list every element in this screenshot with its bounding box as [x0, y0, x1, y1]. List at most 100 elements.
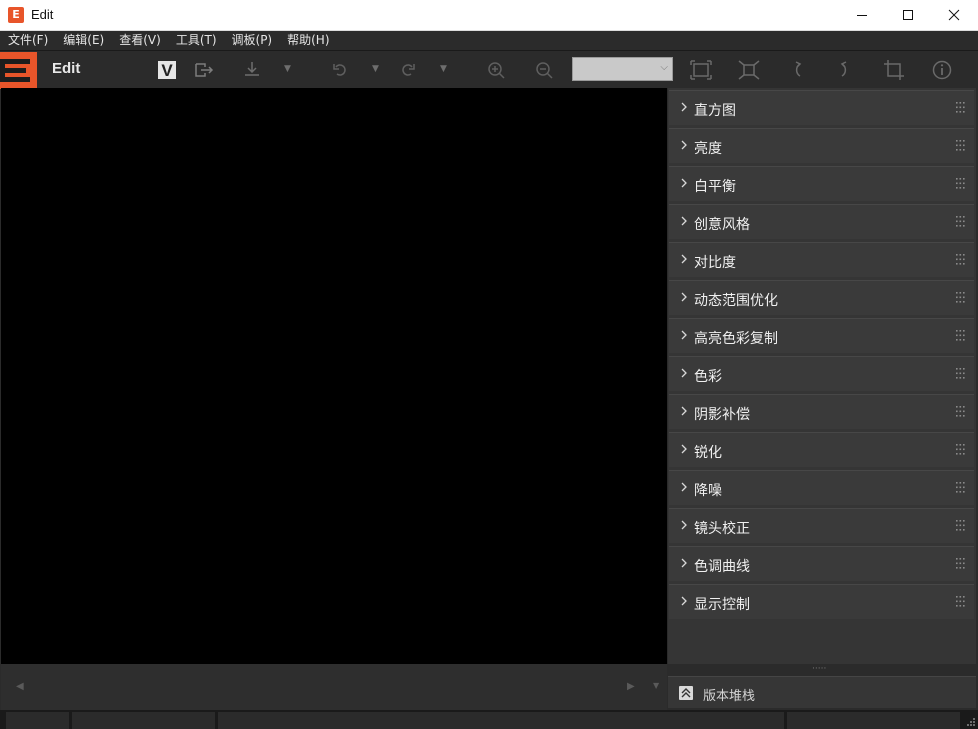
palette-item-label: 直方图: [694, 103, 736, 119]
drag-handle-icon[interactable]: [956, 520, 966, 532]
palette-item-label: 阴影补偿: [694, 407, 750, 423]
menu-view[interactable]: 查看(V): [111, 31, 168, 50]
resize-grip-icon[interactable]: [966, 717, 976, 727]
drag-handle-icon[interactable]: [956, 102, 966, 114]
close-button[interactable]: [931, 0, 977, 30]
zoom-select[interactable]: ⌵: [572, 57, 673, 81]
chevron-right-icon: [681, 558, 687, 568]
grip-dots-icon: ·····: [812, 664, 827, 674]
zoom-out-icon[interactable]: [533, 59, 555, 81]
palette-item-label: 色彩: [694, 369, 722, 385]
rotate-left-icon[interactable]: [786, 59, 808, 81]
palette-item-label: 对比度: [694, 255, 736, 271]
chevron-right-icon: [681, 482, 687, 492]
drag-handle-icon[interactable]: [956, 178, 966, 190]
zoom-in-icon[interactable]: [485, 59, 507, 81]
chevron-right-icon: [681, 140, 687, 150]
convert-output-icon[interactable]: [193, 59, 215, 81]
palette-item[interactable]: 锐化: [669, 432, 974, 467]
actual-size-icon[interactable]: [738, 59, 760, 81]
save-icon[interactable]: [241, 59, 263, 81]
status-cell: [218, 712, 784, 729]
menu-tools[interactable]: 工具(T): [168, 31, 224, 50]
palette-item[interactable]: 降噪: [669, 470, 974, 505]
chevron-right-icon: [681, 444, 687, 454]
palette-item-label: 白平衡: [694, 179, 736, 195]
palette-item-label: 色调曲线: [694, 559, 750, 575]
chevron-right-icon: [681, 254, 687, 264]
scroll-dropdown-icon[interactable]: ▼: [653, 681, 659, 690]
drag-handle-icon[interactable]: [956, 140, 966, 152]
version-stack-bar[interactable]: 版本堆栈: [668, 676, 976, 708]
chevron-down-icon: ⌵: [660, 62, 668, 73]
palette-item-label: 高亮色彩复制: [694, 331, 778, 347]
menu-palettes[interactable]: 调板(P): [224, 31, 280, 50]
version-stack-label: 版本堆栈: [703, 689, 756, 704]
chevron-right-icon: [681, 520, 687, 530]
palette-item[interactable]: 阴影补偿: [669, 394, 974, 429]
drag-handle-icon[interactable]: [956, 292, 966, 304]
palette-panel-empty: [668, 620, 976, 664]
redo-icon[interactable]: [397, 59, 419, 81]
window-title: Edit: [31, 7, 54, 22]
palette-item[interactable]: 色调曲线: [669, 546, 974, 581]
palette-item-label: 亮度: [694, 141, 722, 157]
minimize-button[interactable]: [839, 0, 885, 30]
chevron-right-icon: [681, 330, 687, 340]
palette-item[interactable]: 对比度: [669, 242, 974, 277]
redo-dropdown-icon[interactable]: ▼: [440, 64, 447, 74]
palette-item[interactable]: 白平衡: [669, 166, 974, 201]
undo-dropdown-icon[interactable]: ▼: [372, 64, 379, 74]
version-icon[interactable]: V: [156, 59, 178, 81]
rotate-right-icon[interactable]: [834, 59, 856, 81]
chevron-right-icon: [681, 178, 687, 188]
app-icon: E: [8, 7, 24, 23]
menu-edit[interactable]: 编辑(E): [55, 31, 111, 50]
menu-file[interactable]: 文件(F): [0, 31, 55, 50]
logo-icon: [0, 52, 37, 89]
maximize-button[interactable]: [885, 0, 931, 30]
drag-handle-icon[interactable]: [956, 216, 966, 228]
palette-item[interactable]: 直方图: [669, 90, 974, 125]
palette-item-label: 镜头校正: [694, 521, 750, 537]
palette-item[interactable]: 镜头校正: [669, 508, 974, 543]
chevron-right-icon: [681, 292, 687, 302]
palette-item[interactable]: 高亮色彩复制: [669, 318, 974, 353]
palette-item-label: 显示控制: [694, 597, 750, 613]
palette-item[interactable]: 色彩: [669, 356, 974, 391]
drag-handle-icon[interactable]: [956, 596, 966, 608]
drag-handle-icon[interactable]: [956, 558, 966, 570]
scroll-left-icon[interactable]: ◀: [16, 681, 24, 692]
panel-splitter[interactable]: ·····: [668, 664, 976, 676]
chevron-right-icon: [681, 216, 687, 226]
chevron-right-icon: [681, 102, 687, 112]
status-cell: [6, 712, 69, 729]
expand-up-icon[interactable]: [679, 686, 693, 700]
drag-handle-icon[interactable]: [956, 406, 966, 418]
palette-item-label: 降噪: [694, 483, 722, 499]
chevron-right-icon: [681, 368, 687, 378]
drag-handle-icon[interactable]: [956, 330, 966, 342]
title-bar: E Edit: [0, 0, 978, 31]
horizontal-scrollbar[interactable]: ◀ ▶ ▼: [1, 664, 667, 710]
palette-item[interactable]: 亮度: [669, 128, 974, 163]
save-dropdown-icon[interactable]: ▼: [284, 64, 291, 74]
drag-handle-icon[interactable]: [956, 482, 966, 494]
menu-help[interactable]: 帮助(H): [279, 31, 336, 50]
palette-item[interactable]: 动态范围优化: [669, 280, 974, 315]
undo-icon[interactable]: [329, 59, 351, 81]
palette-item[interactable]: 显示控制: [669, 584, 974, 619]
palette-item-label: 动态范围优化: [694, 293, 778, 309]
crop-icon[interactable]: [883, 59, 905, 81]
image-viewer[interactable]: [1, 88, 667, 664]
menu-bar: 文件(F) 编辑(E) 查看(V) 工具(T) 调板(P) 帮助(H): [0, 31, 978, 50]
drag-handle-icon[interactable]: [956, 368, 966, 380]
drag-handle-icon[interactable]: [956, 444, 966, 456]
drag-handle-icon[interactable]: [956, 254, 966, 266]
version-mark: V: [161, 61, 173, 80]
fit-to-window-icon[interactable]: [690, 59, 712, 81]
scroll-right-icon[interactable]: ▶: [627, 681, 635, 692]
palette-item[interactable]: 创意风格: [669, 204, 974, 239]
info-icon[interactable]: [931, 59, 953, 81]
maximize-icon: [903, 10, 913, 20]
